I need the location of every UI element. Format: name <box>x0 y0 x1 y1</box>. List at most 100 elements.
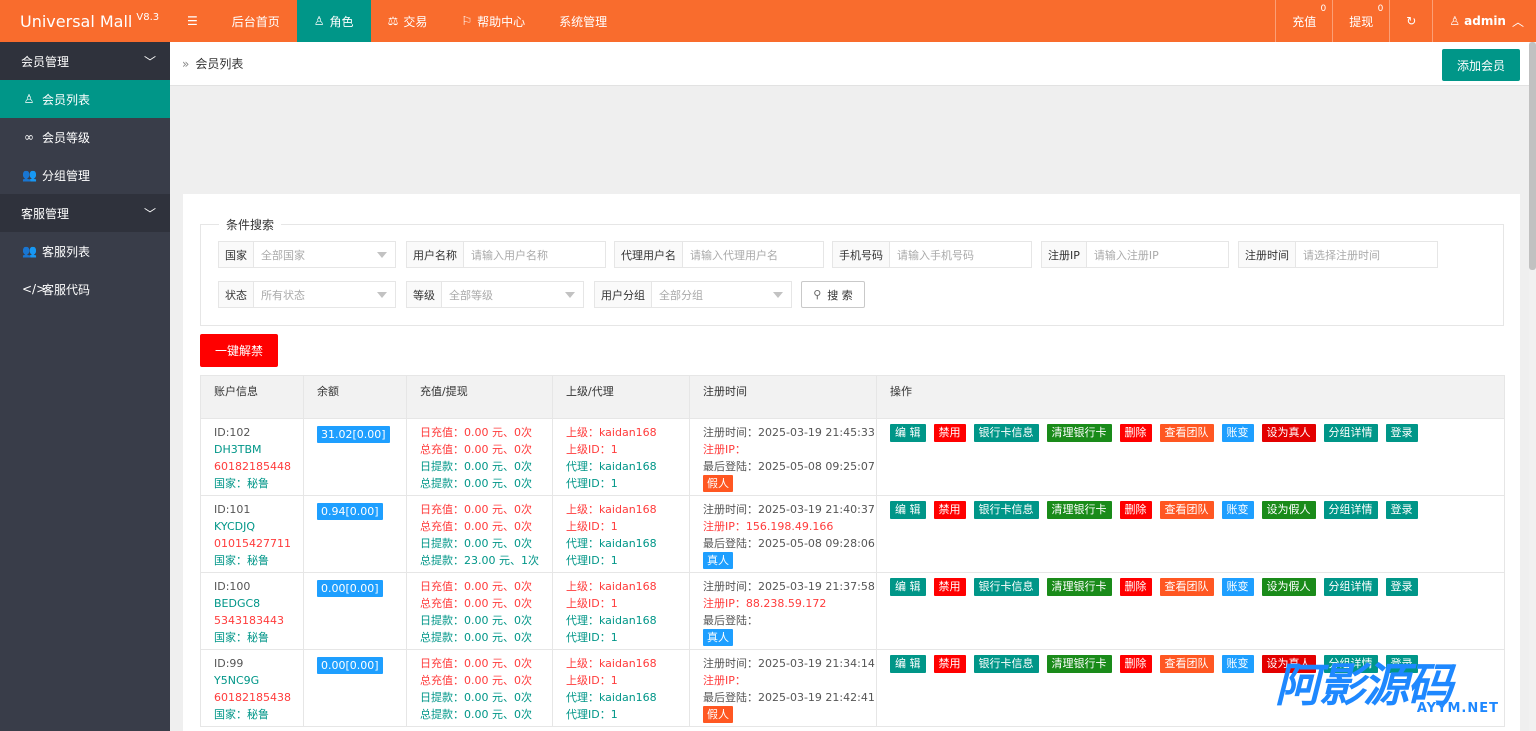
action-button[interactable]: 编 辑 <box>890 501 926 519</box>
sidebar-item-service-list[interactable]: 👥 客服列表 <box>0 232 170 270</box>
user-type-badge: 真人 <box>703 629 733 646</box>
action-button[interactable]: 编 辑 <box>890 424 926 442</box>
caret-down-icon <box>565 291 575 298</box>
total-recharge: 总充值：0.00 元、0次 <box>420 443 532 456</box>
unban-all-button[interactable]: 一键解禁 <box>200 334 278 367</box>
action-button[interactable]: 清理银行卡 <box>1046 655 1112 673</box>
action-button[interactable]: 分组详情 <box>1323 578 1378 596</box>
action-button[interactable]: 登录 <box>1385 578 1418 596</box>
total-withdraw: 总提款：0.00 元、0次 <box>420 631 532 644</box>
action-button[interactable]: 删除 <box>1119 655 1152 673</box>
group-select[interactable]: 用户分组 全部分组 <box>594 281 792 308</box>
action-button[interactable]: 银行卡信息 <box>973 655 1039 673</box>
agent-name: 代理：kaidan168 <box>566 691 657 704</box>
account-cell: ID:102 DH3TBM 60182185448 国家：秘鲁 <box>200 418 304 496</box>
action-button[interactable]: 删除 <box>1119 501 1152 519</box>
action-button[interactable]: 分组详情 <box>1323 501 1378 519</box>
action-button[interactable]: 禁用 <box>933 501 966 519</box>
nav-trade[interactable]: ⚖ 交易 <box>371 0 445 42</box>
total-recharge: 总充值：0.00 元、0次 <box>420 597 532 610</box>
refresh-button[interactable]: ↻ <box>1389 0 1432 42</box>
member-id: ID:102 <box>214 426 251 439</box>
sidebar-item-member-level[interactable]: ∞ 会员等级 <box>0 118 170 156</box>
page-scrollbar[interactable] <box>1529 42 1536 731</box>
parent-id: 上级ID：1 <box>566 520 618 533</box>
recharge-link[interactable]: 充值 0 <box>1275 0 1332 42</box>
reg-ip: 注册IP： <box>703 674 746 687</box>
action-button[interactable]: 银行卡信息 <box>973 501 1039 519</box>
parent-cell: 上级：kaidan168 上级ID：1 代理：kaidan168 代理ID：1 <box>552 572 690 650</box>
action-button[interactable]: 禁用 <box>933 655 966 673</box>
level-select[interactable]: 等级 全部等级 <box>406 281 584 308</box>
agent-field[interactable]: 代理用户名 请输入代理用户名 <box>614 241 824 268</box>
scrollbar-thumb[interactable] <box>1529 42 1536 270</box>
action-button[interactable]: 账变 <box>1221 655 1254 673</box>
action-button[interactable]: 查看团队 <box>1159 501 1214 519</box>
action-button[interactable]: 账变 <box>1221 424 1254 442</box>
member-phone: 5343183443 <box>214 614 284 627</box>
action-button[interactable]: 清理银行卡 <box>1046 501 1112 519</box>
withdraw-link[interactable]: 提现 0 <box>1332 0 1389 42</box>
watermark-url: AYYM.NET <box>1416 701 1499 716</box>
action-button[interactable]: 删除 <box>1119 578 1152 596</box>
phone-label: 手机号码 <box>833 242 890 267</box>
action-button[interactable]: 设为假人 <box>1261 578 1316 596</box>
regip-field[interactable]: 注册IP 请输入注册IP <box>1041 241 1229 268</box>
sidebar-group-service[interactable]: 客服管理 ﹀ <box>0 194 170 232</box>
user-menu[interactable]: ♙ admin ︿ <box>1432 0 1536 42</box>
regtime-placeholder: 请选择注册时间 <box>1303 248 1380 262</box>
search-legend: 条件搜索 <box>226 218 275 232</box>
regtime-cell: 注册时间：2025-03-19 21:37:58 注册IP：88.238.59.1… <box>689 572 877 650</box>
action-button[interactable]: 查看团队 <box>1159 655 1214 673</box>
sidebar-item-group-manage[interactable]: 👥 分组管理 <box>0 156 170 194</box>
action-button[interactable]: 查看团队 <box>1159 578 1214 596</box>
nav-role[interactable]: ♙ 角色 <box>296 0 371 42</box>
menu-toggle-button[interactable]: ☰ <box>170 0 215 42</box>
nav-home[interactable]: 后台首页 <box>215 0 297 42</box>
action-button[interactable]: 账变 <box>1221 501 1254 519</box>
user-icon: ♙ <box>1449 14 1461 28</box>
action-button[interactable]: 查看团队 <box>1159 424 1214 442</box>
country-select[interactable]: 国家 全部国家 <box>218 241 396 268</box>
action-button[interactable]: 设为真人 <box>1261 424 1316 442</box>
header-recharge: 充值/提现 <box>406 375 553 419</box>
username-field[interactable]: 用户名称 请输入用户名称 <box>406 241 606 268</box>
table-row: ID:100 BEDGC8 5343183443 国家：秘鲁 0.00[0.00] 日充值… <box>200 572 1505 650</box>
balance-badge: 0.94[0.00] <box>317 503 383 520</box>
action-button[interactable]: 清理银行卡 <box>1046 424 1112 442</box>
table-row: ID:102 DH3TBM 60182185448 国家：秘鲁 31.02[0.00] 日… <box>200 418 1505 496</box>
sidebar-item-member-list[interactable]: ♙ 会员列表 <box>0 80 170 118</box>
table-row: ID:101 KYCDJQ 01015427711 国家：秘鲁 0.94[0.00] 日充… <box>200 495 1505 573</box>
total-recharge: 总充值：0.00 元、0次 <box>420 674 532 687</box>
balance-badge: 0.00[0.00] <box>317 580 383 597</box>
action-button[interactable]: 账变 <box>1221 578 1254 596</box>
action-button[interactable]: 银行卡信息 <box>973 578 1039 596</box>
action-button[interactable]: 删除 <box>1119 424 1152 442</box>
action-button[interactable]: 清理银行卡 <box>1046 578 1112 596</box>
users-icon: 👥 <box>22 244 37 258</box>
action-button[interactable]: 禁用 <box>933 578 966 596</box>
add-member-button[interactable]: 添加会员 <box>1442 49 1520 81</box>
action-button[interactable]: 编 辑 <box>890 655 926 673</box>
search-button[interactable]: ⚲ 搜 索 <box>801 281 865 308</box>
app-logo[interactable]: Universal Mall V8.3 <box>0 0 170 42</box>
action-button[interactable]: 登录 <box>1385 424 1418 442</box>
regtime-field[interactable]: 注册时间 请选择注册时间 <box>1238 241 1438 268</box>
refresh-icon: ↻ <box>1406 14 1417 28</box>
action-button[interactable]: 银行卡信息 <box>973 424 1039 442</box>
balance-cell: 0.94[0.00] <box>303 495 407 573</box>
status-select[interactable]: 状态 所有状态 <box>218 281 396 308</box>
action-button[interactable]: 禁用 <box>933 424 966 442</box>
action-button[interactable]: 设为假人 <box>1261 501 1316 519</box>
sidebar-group-label: 会员管理 <box>21 54 70 69</box>
sidebar-item-service-code[interactable]: </> 客服代码 <box>0 270 170 308</box>
regip-placeholder: 请输入注册IP <box>1093 248 1159 262</box>
phone-field[interactable]: 手机号码 请输入手机号码 <box>832 241 1032 268</box>
action-button[interactable]: 登录 <box>1385 501 1418 519</box>
nav-system[interactable]: 系统管理 <box>542 0 624 42</box>
nav-help[interactable]: ⚐ 帮助中心 <box>444 0 542 42</box>
action-button[interactable]: 分组详情 <box>1323 424 1378 442</box>
content-panel: 条件搜索 国家 全部国家 用户名称 请输入用户名称 代理用户名 请输入代理用户名… <box>183 194 1520 731</box>
sidebar-group-members[interactable]: 会员管理 ﹀ <box>0 42 170 80</box>
action-button[interactable]: 编 辑 <box>890 578 926 596</box>
